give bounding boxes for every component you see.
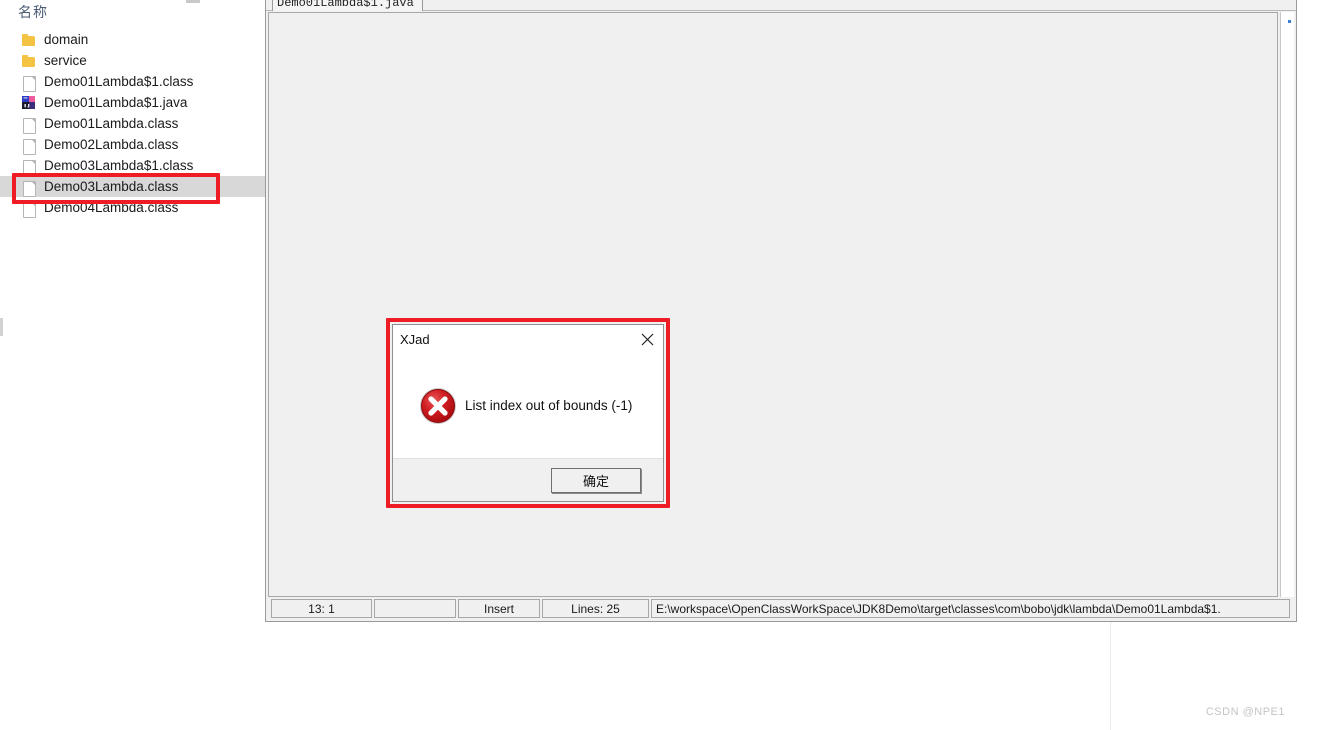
editor-tab-bar: Demo01Lambda$1.java: [266, 0, 1296, 11]
editor-status-bar: 13: 1 Insert Lines: 25 E:\workspace\Open…: [271, 599, 1292, 618]
watermark-text: CSDN @NPE1: [1205, 706, 1285, 718]
file-name-label: Demo03Lambda$1.class: [44, 158, 194, 173]
background-divider-line: [1110, 622, 1111, 730]
file-name-label: domain: [44, 32, 89, 47]
status-empty-cell: [374, 599, 456, 618]
dialog-title-bar: XJad: [393, 325, 663, 353]
left-edge-artifact: [0, 318, 3, 336]
file-name-label: Demo02Lambda.class: [44, 137, 179, 152]
status-file-path: E:\workspace\OpenClassWorkSpace\JDK8Demo…: [651, 599, 1290, 618]
file-icon: [22, 74, 36, 92]
file-list-item[interactable]: service: [0, 50, 272, 71]
file-list-item[interactable]: Demo03Lambda$1.class: [0, 155, 272, 176]
file-icon: [22, 116, 36, 134]
file-name-label: Demo03Lambda.class: [44, 179, 179, 194]
close-x-glyph: [641, 333, 653, 345]
file-name-label: Demo04Lambda.class: [44, 200, 179, 215]
close-icon[interactable]: [635, 328, 659, 350]
file-list-item[interactable]: Demo01Lambda$1.java: [0, 92, 272, 113]
intellij-java-file-icon: [22, 95, 36, 111]
status-line-count: Lines: 25: [542, 599, 649, 618]
editor-text-area[interactable]: [268, 12, 1278, 597]
xjad-error-dialog: XJad List index out of bounds (-1) 确定: [392, 324, 664, 502]
file-list-item[interactable]: Demo04Lambda.class: [0, 197, 272, 218]
file-name-label: Demo01Lambda.class: [44, 116, 179, 131]
file-list: domain service Demo01Lambda$1.class Demo01L…: [0, 29, 272, 218]
error-circle-x-icon: [419, 387, 457, 425]
sort-indicator-icon: [186, 0, 200, 3]
column-header-name[interactable]: 名称: [18, 2, 48, 22]
status-cursor-position: 13: 1: [271, 599, 372, 618]
confirm-button[interactable]: 确定: [551, 467, 641, 493]
folder-icon: [22, 53, 36, 69]
screen-root: 名称 domain service Demo01Lambda$1.class Demo…: [0, 0, 1331, 730]
editor-vertical-scrollbar[interactable]: [1280, 12, 1294, 597]
file-list-item[interactable]: Demo01Lambda.class: [0, 113, 272, 134]
file-list-item[interactable]: domain: [0, 29, 272, 50]
file-name-label: service: [44, 53, 87, 68]
dialog-content-area: List index out of bounds (-1): [393, 353, 663, 458]
file-icon: [22, 137, 36, 155]
dialog-button-row: 确定: [393, 458, 663, 501]
dialog-error-message: List index out of bounds (-1): [465, 398, 633, 413]
file-name-label: Demo01Lambda$1.class: [44, 74, 194, 89]
file-icon: [22, 200, 36, 218]
file-list-item[interactable]: Demo01Lambda$1.class: [0, 71, 272, 92]
status-insert-mode: Insert: [458, 599, 540, 618]
file-icon: [22, 179, 36, 197]
file-icon: [22, 158, 36, 176]
editor-tab-demo01lambda[interactable]: Demo01Lambda$1.java: [272, 0, 423, 11]
file-list-item[interactable]: Demo03Lambda.class: [0, 176, 270, 197]
xjad-editor-window: Demo01Lambda$1.java 13: 1 Insert Lines: …: [265, 0, 1297, 622]
scrollbar-marker-icon: [1288, 20, 1291, 23]
file-name-label: Demo01Lambda$1.java: [44, 95, 188, 110]
file-list-item[interactable]: Demo02Lambda.class: [0, 134, 272, 155]
file-explorer-panel: 名称 domain service Demo01Lambda$1.class Demo…: [0, 0, 272, 730]
dialog-title-text: XJad: [400, 331, 430, 347]
folder-icon: [22, 32, 36, 48]
